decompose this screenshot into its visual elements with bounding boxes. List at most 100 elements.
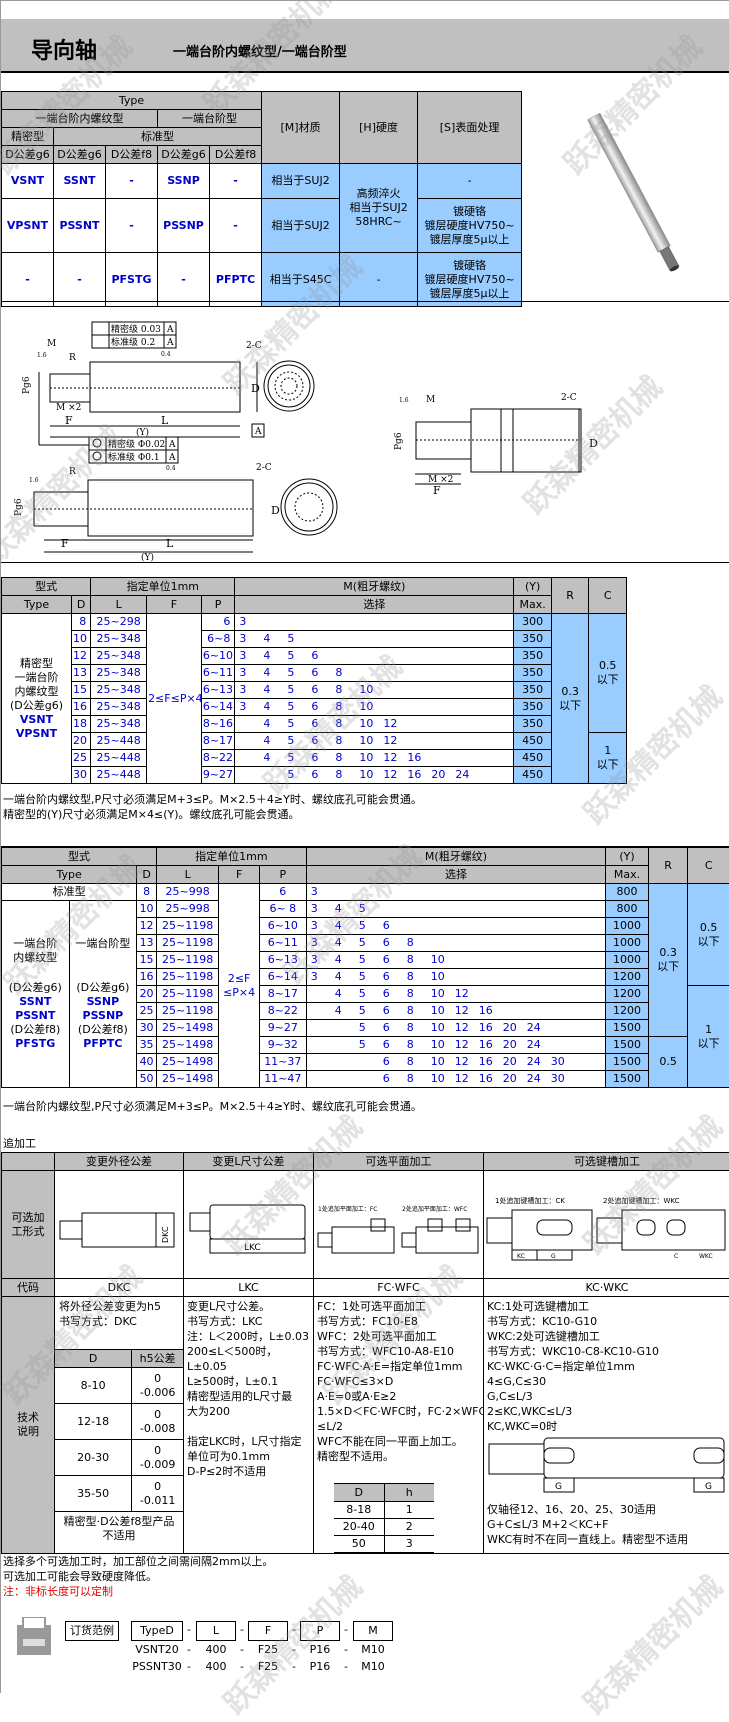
dkc-figure: DKC [56, 1173, 182, 1273]
type-code[interactable]: VSNT [3, 713, 70, 727]
y-max: 450 [514, 750, 552, 767]
tol-lower: -0.011 [133, 1494, 182, 1508]
col-m: M(粗牙螺纹) [306, 848, 606, 866]
table1-note-2: 精密型的(Y)尺寸必须满足M×4≤(Y)。螺纹底孔可能会贯通。 [3, 807, 300, 822]
p-range: 6~10 [259, 918, 306, 935]
tech-line: G+C≤L/3 M+2＜KC+F [487, 1517, 727, 1532]
fig-kc: 1处追加键槽加工：CK 2处追加键槽加工：WKC KC G [484, 1171, 729, 1279]
col-y: (Y) [514, 578, 552, 596]
type-code: - [2, 253, 54, 307]
order-sep: - [187, 1623, 191, 1636]
type-code[interactable]: PFSTG [3, 1037, 68, 1051]
m-option [431, 683, 455, 697]
table-row: 1525~3486~133456810350 [2, 682, 627, 699]
d-value: 50 [137, 1071, 157, 1088]
tech-line: 1.5×D＜FC·WFC时，FC·2×WFC [317, 1404, 480, 1419]
hardness-cell: - [340, 253, 418, 307]
m-option [431, 885, 455, 899]
dim-f-label: F [433, 484, 441, 497]
order-sep: - [240, 1660, 244, 1673]
m-option: 8 [335, 666, 359, 680]
m-option: 3 [311, 936, 335, 950]
tol-lower: -0.008 [133, 1422, 182, 1436]
table-row: 20-300-0.009 [55, 1440, 183, 1476]
conc-precision-label: 精密级 Φ0.02 [108, 438, 165, 450]
type-code[interactable]: PFPTC [71, 1037, 136, 1051]
m-option [431, 902, 455, 916]
col-l: L [91, 596, 147, 614]
col-h5: h5公差 [132, 1350, 183, 1368]
m-option: 6 [383, 919, 407, 933]
m-option: 6 [311, 649, 335, 663]
m-option: 10 [359, 768, 383, 782]
dkc-fig-label: DKC [161, 1226, 170, 1243]
col-d: D [334, 1484, 384, 1502]
m-option: 12 [383, 751, 407, 765]
m-option: 12 [383, 768, 407, 782]
fig-dkc: DKC [55, 1171, 184, 1279]
d-value: 25 [72, 750, 91, 767]
datum-label: A [166, 338, 174, 348]
tech-line: 注：L＜200时，L±0.03 [187, 1329, 310, 1344]
type-code[interactable]: VSNT [2, 164, 54, 199]
type-code[interactable]: VPSNT [3, 727, 70, 741]
d-value: 16 [72, 699, 91, 716]
m-option [407, 700, 431, 714]
type-code[interactable]: PSSNP [71, 1009, 136, 1023]
m-option: 6 [311, 683, 335, 697]
type-code[interactable]: SSNT [3, 995, 68, 1009]
footer-note-1: 选择多个可选加工时，加工部位之间需间隔2mm以上。 [3, 1554, 273, 1569]
m-option: 5 [287, 700, 311, 714]
m-option [431, 919, 455, 933]
m-option [359, 615, 383, 629]
m-option [431, 734, 455, 748]
type-code[interactable]: SSNP [71, 995, 136, 1009]
m-option: 16 [407, 768, 431, 782]
tech-line: G,C≤L/3 [487, 1389, 727, 1404]
m-option: 10 [359, 683, 383, 697]
type-code[interactable]: SSNP [158, 164, 210, 199]
roughness-label: 1.6 [29, 477, 39, 484]
table-row: 2025~4488~17456810124501 以下 [2, 733, 627, 750]
type-code[interactable]: PSSNT [54, 199, 106, 253]
type-code[interactable]: VPSNT [2, 199, 54, 253]
y-max: 1200 [606, 1003, 649, 1020]
order-value: F25 [248, 1643, 288, 1656]
dim-l-label: L [166, 537, 174, 550]
m-options: 34568 [235, 665, 514, 682]
h5-tolerance: 0-0.008 [132, 1404, 183, 1440]
precision-spec-table: 型式 指定单位1mm M(粗牙螺纹) (Y) R C Type D L F P … [1, 577, 627, 784]
table-row: - - PFSTG - PFPTC 相当于S45C - 镀硬铬 镀层硬度HV75… [2, 253, 522, 307]
type-code: - [106, 199, 158, 253]
type-code[interactable]: SSNT [54, 164, 106, 199]
d-value: 40 [137, 1054, 157, 1071]
drawing-area: 精密级 0.03 标准级 0.2 A A 精密级 Φ0.02 标准级 Φ0.1 … [1, 301, 729, 563]
y-max: 1500 [606, 1020, 649, 1037]
m-option: 3 [239, 666, 263, 680]
m-option: 8 [407, 1055, 431, 1069]
m-option: 30 [551, 1072, 575, 1086]
m-option: 4 [263, 751, 287, 765]
surface-header: [S]表面处理 [418, 92, 522, 164]
m-option: 16 [479, 1055, 503, 1069]
type-code[interactable]: PSSNP [158, 199, 210, 253]
order-header-l: L [196, 1621, 236, 1641]
chamfer-label: 2-C [561, 393, 577, 403]
m-option [335, 1072, 359, 1086]
m-options: 5681012162024 [235, 767, 514, 784]
chamfer-label: 2-C [256, 463, 272, 473]
y-max: 350 [514, 699, 552, 716]
type-code[interactable]: PSSNT [3, 1009, 68, 1023]
m-options: 3456810 [235, 682, 514, 699]
m-option: 5 [359, 902, 383, 916]
m-option [359, 1055, 383, 1069]
m-option-list: 34568 [311, 936, 605, 950]
m-option: 5 [287, 632, 311, 646]
tech-lkc: 变更L尺寸公差。书写方式：LKC注：L＜200时，L±0.03200≤L＜500… [184, 1297, 314, 1554]
type-code[interactable]: PFPTC [210, 253, 262, 307]
type-header: Type [2, 92, 262, 110]
table-row: VSNT SSNT - SSNP - 相当于SUJ2 高频淬火 相当于SUJ2 … [2, 164, 522, 199]
p-range: 6 [201, 614, 234, 631]
type-code[interactable]: PFSTG [106, 253, 158, 307]
order-value: 400 [196, 1643, 236, 1656]
